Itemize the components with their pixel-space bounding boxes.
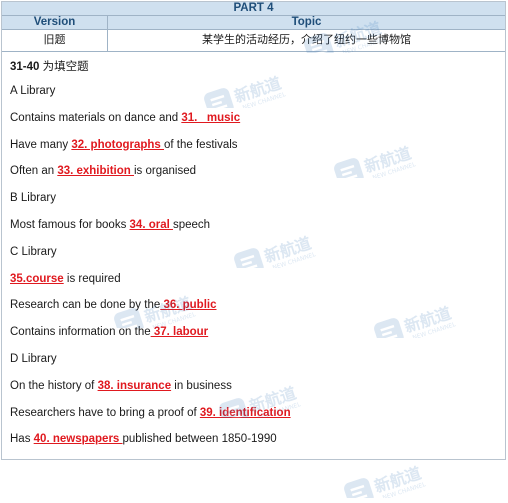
question-line: Has 40. newspapers published between 185…: [10, 433, 277, 445]
question-line: A Library: [10, 85, 55, 97]
watermark-logo: 新航道 NEW CHANNEL: [202, 72, 322, 118]
svg-text:新航道: 新航道: [232, 73, 284, 106]
line-text-before: Researchers have to bring a proof of: [10, 406, 200, 419]
version-header: Version: [2, 16, 108, 29]
svg-text:NEW CHANNEL: NEW CHANNEL: [272, 251, 318, 268]
svg-text:NEW CHANNEL: NEW CHANNEL: [382, 481, 428, 498]
question-line: Contains materials on dance and 31. musi…: [10, 112, 240, 124]
table-header-row: Version Topic: [2, 16, 505, 30]
line-text-before: On the history of: [10, 379, 98, 392]
question-line: Have many 32. photographs of the festiva…: [10, 139, 238, 151]
svg-text:NEW CHANNEL: NEW CHANNEL: [242, 91, 288, 108]
question-line: Research can be done by the 36. public: [10, 299, 217, 311]
svg-text:NEW CHANNEL: NEW CHANNEL: [412, 321, 458, 338]
watermark-logo: 新航道 NEW CHANNEL: [342, 462, 462, 503]
question-line: Most famous for books 34. oral speech: [10, 219, 210, 231]
table-row: 旧题 某学生的活动经历，介绍了纽约一些博物馆: [2, 30, 505, 52]
watermark-logo: 新航道 NEW CHANNEL: [372, 302, 492, 348]
answer-text: 32. photographs: [71, 138, 165, 151]
topic-header: Topic: [291, 16, 322, 28]
question-line: C Library: [10, 246, 57, 258]
svg-text:新航道: 新航道: [372, 463, 424, 496]
line-text-before: Contains materials on dance and: [10, 111, 182, 124]
answer-text: 35.course: [10, 272, 64, 285]
version-value: 旧题: [2, 30, 108, 51]
line-text-before: Most famous for books: [10, 219, 130, 231]
answer-text: 36. public: [160, 299, 217, 312]
answer-text: 34. oral: [129, 219, 173, 231]
question-line: B Library: [10, 192, 56, 204]
answer-text: 33. exhibition: [57, 165, 134, 178]
line-text-before: Research can be done by the: [10, 299, 161, 312]
answer-text: 39. identification: [199, 406, 291, 419]
answer-text: 40. newspapers: [33, 433, 123, 446]
answer-text: 38. insurance: [97, 379, 172, 392]
question-line: 35.course is required: [10, 273, 121, 285]
watermark-logo: 新航道 NEW CHANNEL: [232, 232, 352, 278]
intro-line: 31-40 为填空题: [10, 58, 89, 74]
line-text-after: of the festivals: [164, 138, 238, 151]
topic-value: 某学生的活动经历，介绍了纽约一些博物馆: [202, 34, 411, 46]
line-text-before: D Library: [10, 353, 57, 365]
line-text-before: Has: [10, 433, 34, 446]
svg-text:NEW CHANNEL: NEW CHANNEL: [372, 161, 418, 178]
line-text-after: speech: [173, 219, 211, 231]
line-text-after: in business: [171, 379, 232, 392]
intro-label: 为填空题: [39, 61, 89, 73]
line-text-before: C Library: [10, 245, 57, 258]
question-line: On the history of 38. insurance in busin…: [10, 380, 232, 392]
line-text-before: B Library: [10, 192, 57, 205]
watermark-logo: 新航道 NEW CHANNEL: [332, 142, 452, 188]
line-text-before: Contains information on the: [10, 326, 151, 339]
line-text-before: Often an: [10, 165, 58, 178]
answer-text: 31. music: [181, 111, 241, 124]
svg-text:新航道: 新航道: [362, 143, 414, 176]
question-line: Often an 33. exhibition is organised: [10, 165, 196, 177]
svg-text:新航道: 新航道: [262, 233, 314, 266]
document-sheet: PART 4 Version Topic 旧题 某学生的活动经历，介绍了纽约一些…: [1, 1, 506, 503]
line-text-after: published between 1850-1990: [122, 433, 277, 446]
question-line: Contains information on the 37. labour: [10, 326, 208, 338]
answer-text: 37. labour: [150, 326, 209, 339]
line-text-before: Have many: [10, 138, 72, 151]
svg-text:新航道: 新航道: [402, 303, 454, 336]
line-text-before: A Library: [10, 85, 56, 97]
question-line: Researchers have to bring a proof of 39.…: [10, 407, 291, 419]
line-text-after: is organised: [134, 165, 197, 178]
line-text-after: is required: [63, 272, 121, 285]
part-header: PART 4: [2, 2, 505, 16]
intro-range: 31-40: [10, 61, 40, 73]
question-line: D Library: [10, 353, 57, 365]
